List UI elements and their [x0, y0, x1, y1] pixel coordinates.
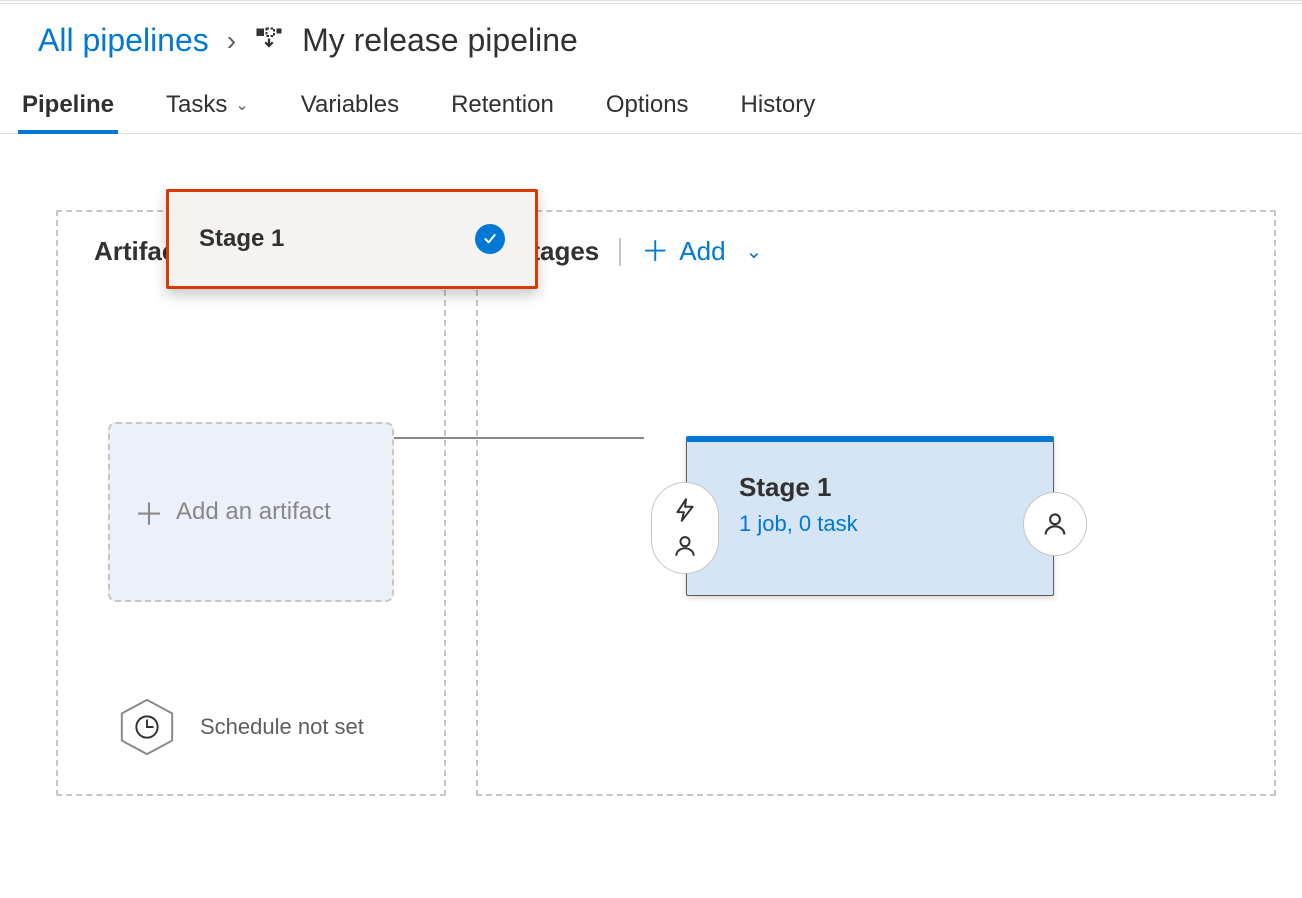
- pipeline-icon: [254, 26, 284, 56]
- add-artifact-text: Add an artifact: [176, 497, 331, 527]
- add-artifact-card[interactable]: ＋ Add an artifact: [108, 422, 394, 602]
- chevron-right-icon: ›: [227, 25, 236, 57]
- tab-tasks[interactable]: Tasks ⌄: [162, 77, 253, 133]
- tasks-dropdown-item-stage1[interactable]: Stage 1: [166, 189, 538, 289]
- plus-icon: ＋: [641, 238, 669, 266]
- panel-stages: Stages ＋ Add ⌄ Stage: [476, 210, 1276, 796]
- stage-detail-link[interactable]: 1 job, 0 task: [739, 511, 858, 537]
- tab-variables[interactable]: Variables: [297, 77, 403, 133]
- tab-history[interactable]: History: [737, 77, 820, 133]
- chevron-down-icon: ⌄: [746, 239, 763, 264]
- stage-post-approver-button[interactable]: [1023, 492, 1087, 556]
- schedule-button[interactable]: Schedule not set: [116, 696, 364, 758]
- divider: [619, 238, 621, 266]
- stage-pre-conditions-button[interactable]: [651, 482, 719, 574]
- chevron-down-icon: ⌄: [235, 95, 248, 115]
- add-stage-label: Add: [679, 236, 725, 267]
- add-stage-button[interactable]: ＋ Add ⌄: [641, 236, 762, 267]
- tabs: Pipeline Tasks ⌄ Variables Retention Opt…: [0, 77, 1302, 134]
- tab-options[interactable]: Options: [602, 77, 693, 133]
- page-title: My release pipeline: [302, 22, 578, 59]
- breadcrumb-all-pipelines[interactable]: All pipelines: [38, 22, 209, 59]
- breadcrumb: All pipelines › My release pipeline: [0, 4, 1302, 77]
- panel-artifacts: Artifacts ＋ Add ＋ Add an artifact: [56, 210, 446, 796]
- stage-name: Stage 1: [739, 472, 858, 503]
- tab-tasks-label: Tasks: [166, 91, 227, 119]
- tasks-dropdown-label: Stage 1: [199, 225, 284, 253]
- check-circle-icon: [475, 224, 505, 254]
- plus-icon: ＋: [134, 490, 164, 534]
- lightning-icon: [672, 497, 698, 523]
- hexagon-clock-icon: [116, 696, 178, 758]
- stage-card[interactable]: Stage 1 1 job, 0 task: [686, 436, 1054, 596]
- tab-retention[interactable]: Retention: [447, 77, 558, 133]
- tab-pipeline[interactable]: Pipeline: [18, 77, 118, 133]
- schedule-text: Schedule not set: [200, 713, 364, 741]
- person-icon: [1041, 510, 1069, 538]
- person-icon: [672, 533, 698, 559]
